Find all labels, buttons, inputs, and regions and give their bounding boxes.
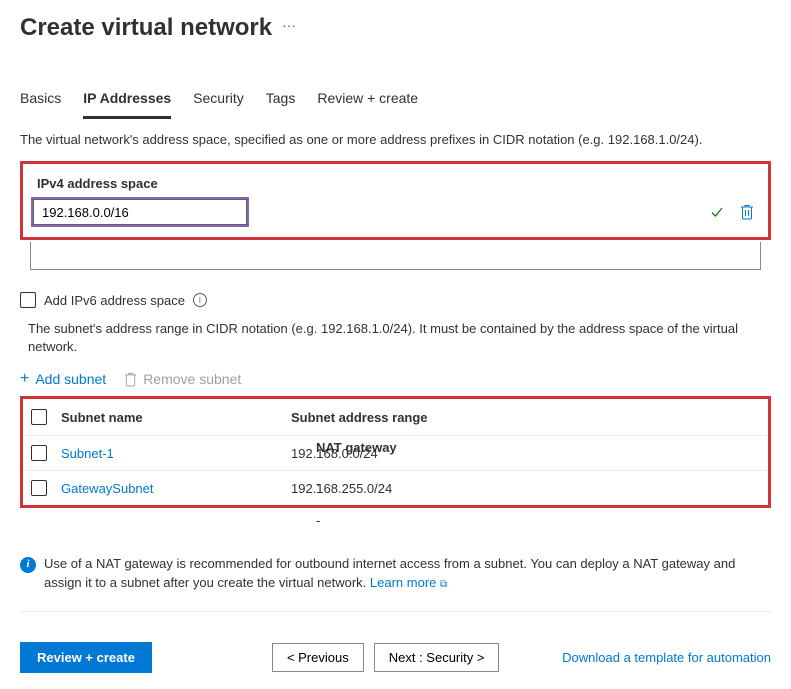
nat-gateway-value: - [316, 513, 771, 528]
ipv4-label: IPv4 address space [33, 172, 758, 199]
subnet-range-value: 192.168.0.0/24 [291, 446, 531, 461]
column-subnet-name: Subnet name [61, 410, 291, 425]
more-actions-icon[interactable]: ··· [282, 17, 296, 39]
next-button[interactable]: Next : Security > [374, 643, 500, 672]
previous-button[interactable]: < Previous [272, 643, 364, 672]
learn-more-link[interactable]: Learn more ⧉ [370, 575, 447, 590]
row-checkbox[interactable] [31, 480, 47, 496]
tab-review-create[interactable]: Review + create [317, 82, 418, 119]
check-icon [710, 205, 724, 219]
remove-subnet-label: Remove subnet [143, 371, 241, 387]
subnet-name-link[interactable]: Subnet-1 [61, 446, 114, 461]
plus-icon: + [20, 370, 29, 388]
remove-subnet-button: Remove subnet [124, 371, 241, 387]
address-space-description: The virtual network's address space, spe… [0, 120, 791, 161]
nat-gateway-value: - [316, 476, 771, 491]
info-icon: i [20, 557, 36, 573]
tab-security[interactable]: Security [193, 82, 244, 119]
review-create-button[interactable]: Review + create [20, 642, 152, 673]
info-icon[interactable]: i [193, 293, 207, 307]
row-checkbox[interactable] [31, 445, 47, 461]
tab-basics[interactable]: Basics [20, 82, 61, 119]
delete-address-button[interactable] [736, 201, 758, 223]
ipv4-address-input[interactable] [33, 199, 247, 225]
tab-tags[interactable]: Tags [266, 82, 296, 119]
column-subnet-range: Subnet address range [291, 410, 531, 425]
ipv6-label: Add IPv6 address space [44, 293, 185, 308]
trash-icon [124, 372, 137, 387]
external-link-icon: ⧉ [440, 579, 447, 590]
tab-bar: Basics IP Addresses Security Tags Review… [0, 82, 791, 120]
ipv6-checkbox[interactable] [20, 292, 36, 308]
add-address-space-input[interactable] [30, 242, 761, 270]
nat-info-banner: i Use of a NAT gateway is recommended fo… [20, 549, 771, 612]
subnet-description: The subnet's address range in CIDR notat… [28, 320, 763, 356]
download-template-link[interactable]: Download a template for automation [562, 650, 771, 665]
add-subnet-label: Add subnet [35, 371, 106, 387]
ipv4-section-highlight: IPv4 address space [20, 161, 771, 240]
tab-ip-addresses[interactable]: IP Addresses [83, 82, 171, 119]
subnet-name-link[interactable]: GatewaySubnet [61, 481, 154, 496]
select-all-checkbox[interactable] [31, 409, 47, 425]
page-title: Create virtual network [20, 14, 272, 42]
add-subnet-button[interactable]: + Add subnet [20, 370, 106, 388]
